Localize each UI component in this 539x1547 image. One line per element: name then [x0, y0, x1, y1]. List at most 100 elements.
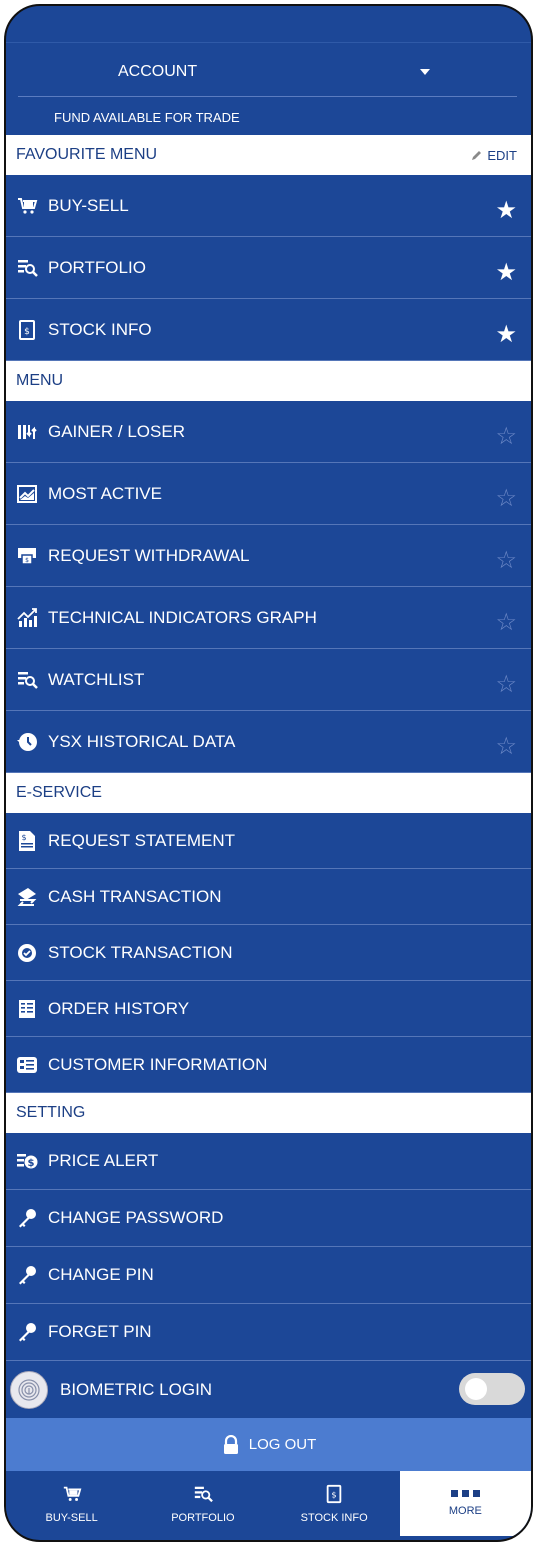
- item-label: GAINER / LOSER: [48, 421, 185, 441]
- stock-transaction-icon: [16, 942, 38, 964]
- section-e-service: E-SERVICE: [6, 773, 531, 813]
- account-selector[interactable]: ACCOUNT: [6, 43, 531, 97]
- section-title: MENU: [16, 372, 64, 389]
- svg-text:$: $: [21, 833, 26, 842]
- favourite-item-buy-sell[interactable]: BUY-SELL ★: [6, 175, 531, 237]
- stock-info-icon: $: [326, 1484, 342, 1503]
- section-title: FAVOURITE MENU: [16, 146, 158, 163]
- setting-item-price-alert[interactable]: $ PRICE ALERT: [6, 1133, 531, 1190]
- svg-text:$: $: [25, 557, 29, 564]
- item-label: WATCHLIST: [48, 669, 145, 689]
- setting-item-change-pin[interactable]: CHANGE PIN: [6, 1247, 531, 1304]
- star-outline-icon[interactable]: ☆: [495, 424, 517, 448]
- tab-buy-sell[interactable]: BUY-SELL: [6, 1471, 137, 1536]
- edit-button[interactable]: EDIT: [471, 135, 517, 175]
- section-setting: SETTING: [6, 1093, 531, 1133]
- star-filled-icon[interactable]: ★: [495, 198, 517, 222]
- logout-label: LOG OUT: [248, 1436, 317, 1453]
- section-title: SETTING: [16, 1104, 86, 1121]
- menu-item-technical-indicators[interactable]: TECHNICAL INDICATORS GRAPH ☆: [6, 587, 531, 649]
- item-label: YSX HISTORICAL DATA: [48, 731, 236, 751]
- menu-item-most-active[interactable]: MOST ACTIVE ☆: [6, 463, 531, 525]
- section-title: E-SERVICE: [16, 784, 102, 801]
- item-label: TECHNICAL INDICATORS GRAPH: [48, 607, 317, 627]
- favourite-item-portfolio[interactable]: PORTFOLIO ★: [6, 237, 531, 299]
- item-label: FORGET PIN: [48, 1322, 152, 1341]
- tab-portfolio[interactable]: PORTFOLIO: [137, 1471, 268, 1536]
- item-label: STOCK TRANSACTION: [48, 942, 233, 962]
- star-outline-icon[interactable]: ☆: [495, 548, 517, 572]
- star-filled-icon[interactable]: ★: [495, 260, 517, 284]
- tab-label: PORTFOLIO: [171, 1511, 235, 1524]
- key-icon: [16, 1264, 38, 1286]
- lock-icon: [223, 1434, 238, 1454]
- atm-icon: $: [16, 545, 38, 567]
- item-label: REQUEST WITHDRAWAL: [48, 545, 250, 565]
- eservice-item-cash-transaction[interactable]: CASH TRANSACTION: [6, 869, 531, 925]
- item-label: BUY-SELL: [48, 195, 129, 215]
- biometric-toggle[interactable]: [459, 1373, 525, 1405]
- item-label: REQUEST STATEMENT: [48, 830, 236, 850]
- item-label: CASH TRANSACTION: [48, 886, 222, 906]
- key-icon: [16, 1321, 38, 1343]
- tab-more[interactable]: MORE: [399, 1471, 531, 1536]
- star-filled-icon[interactable]: ★: [495, 322, 517, 346]
- tab-label: BUY-SELL: [45, 1511, 98, 1524]
- item-label: BIOMETRIC LOGIN: [60, 1379, 213, 1399]
- svg-text:$: $: [24, 327, 30, 337]
- section-favourite-menu: FAVOURITE MENU EDIT: [6, 135, 531, 175]
- fund-available-label: FUND AVAILABLE FOR TRADE: [54, 110, 240, 125]
- order-history-icon: [16, 998, 38, 1020]
- gainer-loser-icon: [16, 421, 38, 443]
- star-outline-icon[interactable]: ☆: [495, 486, 517, 510]
- price-alert-icon: $: [16, 1150, 38, 1172]
- tab-label: MORE: [448, 1505, 482, 1517]
- customer-info-icon: [16, 1054, 38, 1076]
- portfolio-icon: [16, 257, 38, 279]
- tab-label: STOCK INFO: [300, 1511, 368, 1524]
- caret-down-icon: [420, 69, 430, 75]
- favourite-item-stock-info[interactable]: $ STOCK INFO ★: [6, 299, 531, 361]
- bottom-tab-bar: BUY-SELL PORTFOLIO $ STOCK INFO MORE: [6, 1471, 531, 1536]
- eservice-item-customer-information[interactable]: CUSTOMER INFORMATION: [6, 1037, 531, 1093]
- star-outline-icon[interactable]: ☆: [495, 672, 517, 696]
- divider: [18, 96, 517, 97]
- key-icon: [16, 1207, 38, 1229]
- item-label: CHANGE PASSWORD: [48, 1208, 224, 1227]
- item-label: STOCK INFO: [48, 319, 152, 339]
- cart-icon: [63, 1486, 82, 1501]
- menu-item-watchlist[interactable]: WATCHLIST ☆: [6, 649, 531, 711]
- item-label: CHANGE PIN: [48, 1265, 154, 1284]
- tab-stock-info[interactable]: $ STOCK INFO: [269, 1471, 400, 1536]
- cash-icon: [16, 886, 38, 908]
- item-label: MOST ACTIVE: [48, 483, 162, 503]
- item-label: PORTFOLIO: [48, 257, 146, 277]
- star-outline-icon[interactable]: ☆: [495, 734, 517, 758]
- logout-button[interactable]: LOG OUT: [6, 1418, 531, 1471]
- fingerprint-icon: [10, 1370, 48, 1409]
- cart-icon: [16, 195, 38, 217]
- pencil-icon: [472, 151, 482, 160]
- setting-item-forget-pin[interactable]: FORGET PIN: [6, 1304, 531, 1361]
- menu-item-gainer-loser[interactable]: GAINER / LOSER ☆: [6, 401, 531, 463]
- setting-item-biometric-login: BIOMETRIC LOGIN: [6, 1361, 531, 1418]
- account-label: ACCOUNT: [118, 63, 198, 80]
- eservice-item-request-statement[interactable]: $ REQUEST STATEMENT: [6, 813, 531, 869]
- more-dots-icon: [450, 1490, 480, 1497]
- history-icon: [16, 731, 38, 753]
- app-frame: ACCOUNT FUND AVAILABLE FOR TRADE FAVOURI…: [4, 4, 533, 1542]
- star-outline-icon[interactable]: ☆: [495, 610, 517, 634]
- eservice-item-stock-transaction[interactable]: STOCK TRANSACTION: [6, 925, 531, 981]
- menu-item-request-withdrawal[interactable]: $ REQUEST WITHDRAWAL ☆: [6, 525, 531, 587]
- item-label: ORDER HISTORY: [48, 998, 190, 1018]
- status-bar: [6, 6, 531, 43]
- svg-text:$: $: [28, 1158, 35, 1169]
- toggle-knob: [465, 1378, 487, 1400]
- menu-item-ysx-historical[interactable]: YSX HISTORICAL DATA ☆: [6, 711, 531, 773]
- item-label: PRICE ALERT: [48, 1151, 159, 1170]
- eservice-item-order-history[interactable]: ORDER HISTORY: [6, 981, 531, 1037]
- setting-item-change-password[interactable]: CHANGE PASSWORD: [6, 1190, 531, 1247]
- chart-icon: [16, 483, 38, 505]
- svg-text:$: $: [332, 1489, 337, 1499]
- edit-label: EDIT: [487, 147, 517, 163]
